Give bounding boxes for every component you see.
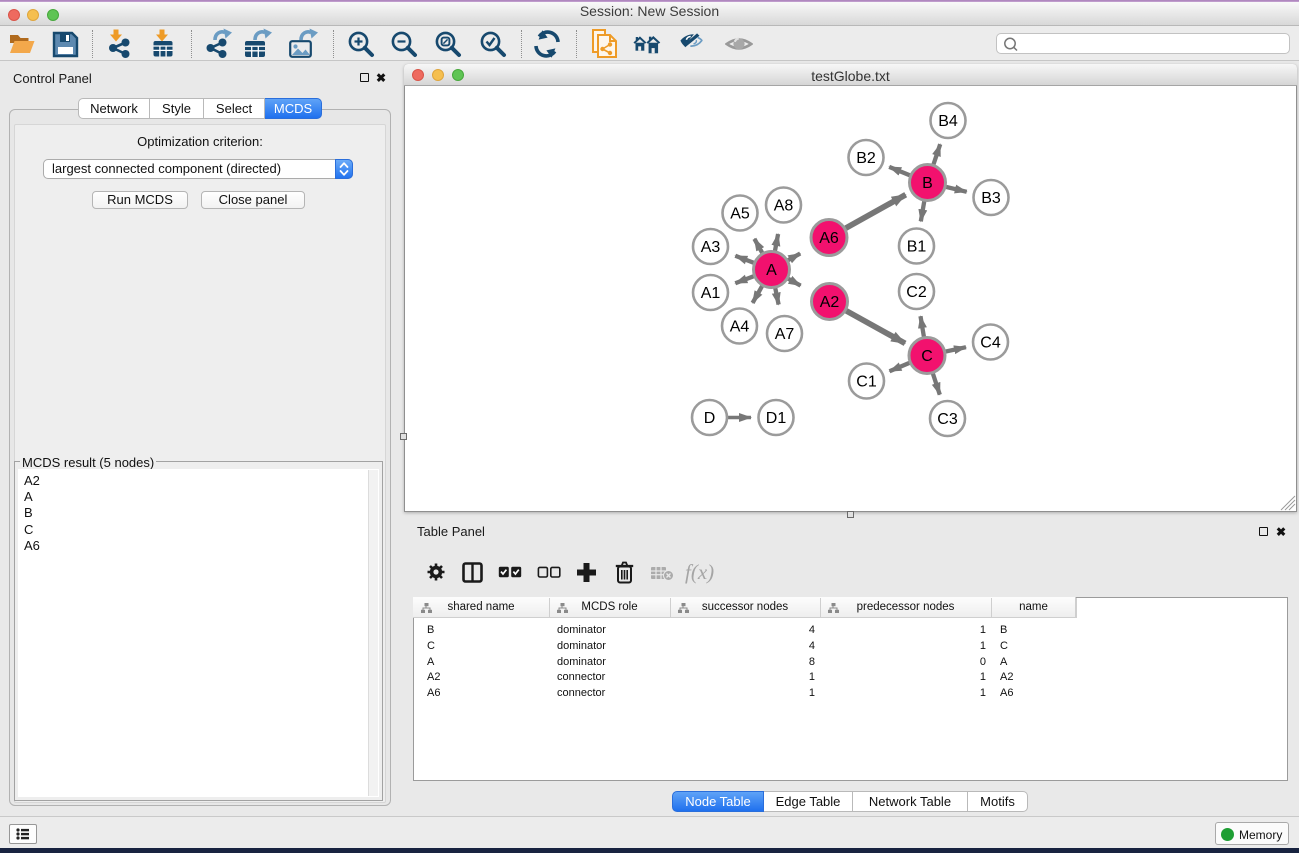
svg-text:B2: B2 — [856, 150, 876, 167]
svg-text:D1: D1 — [766, 410, 787, 427]
svg-text:A1: A1 — [701, 285, 721, 302]
svg-text:A7: A7 — [775, 326, 795, 343]
svg-text:A3: A3 — [701, 239, 721, 256]
svg-text:C1: C1 — [856, 374, 877, 391]
svg-text:B: B — [922, 175, 933, 192]
svg-text:A6: A6 — [819, 230, 839, 247]
svg-text:B1: B1 — [907, 239, 927, 256]
svg-text:A5: A5 — [730, 206, 750, 223]
svg-text:A: A — [766, 262, 777, 279]
svg-text:C4: C4 — [980, 335, 1001, 352]
svg-text:B4: B4 — [938, 113, 958, 130]
svg-text:B3: B3 — [981, 190, 1001, 207]
svg-text:A8: A8 — [774, 198, 794, 215]
svg-text:A4: A4 — [730, 319, 750, 336]
svg-text:A2: A2 — [820, 294, 840, 311]
svg-text:C3: C3 — [937, 411, 958, 428]
svg-text:D: D — [704, 410, 716, 427]
svg-text:C2: C2 — [906, 284, 927, 301]
svg-text:C: C — [921, 348, 933, 365]
